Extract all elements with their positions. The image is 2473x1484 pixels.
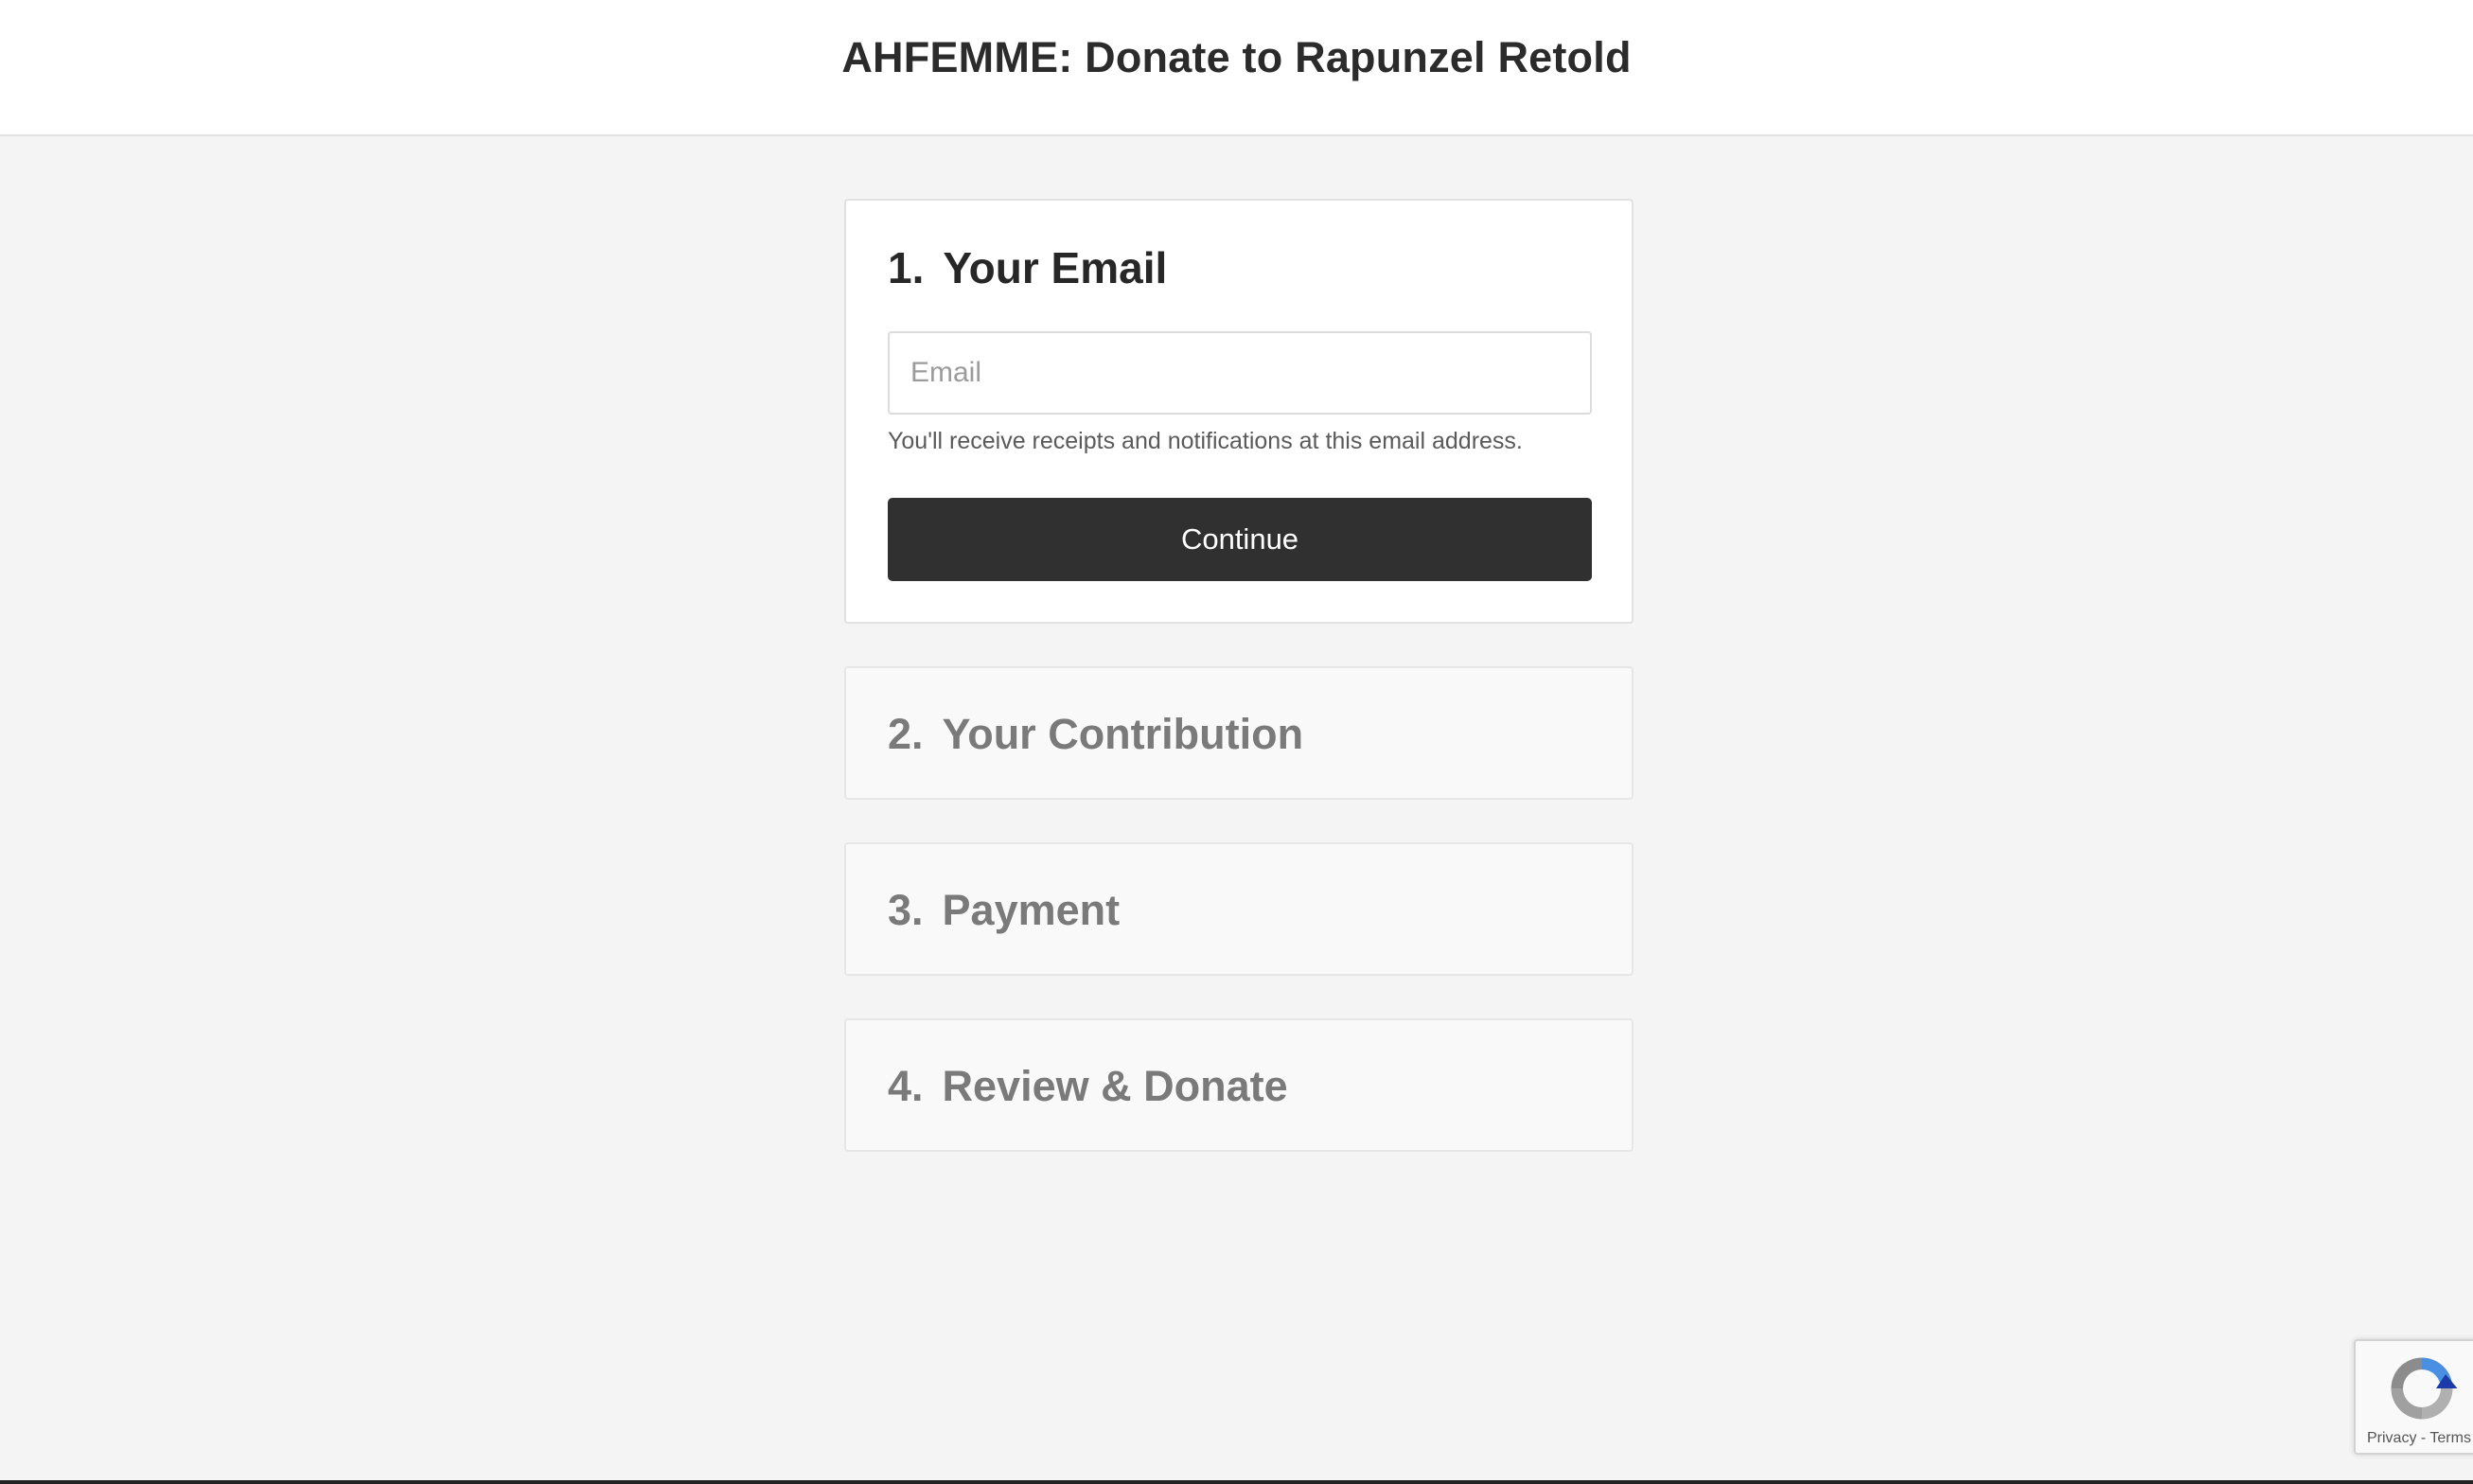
step-number: 2. bbox=[888, 710, 924, 758]
step-payment-card[interactable]: 3. Payment bbox=[844, 842, 1634, 976]
terms-link[interactable]: Terms bbox=[2429, 1430, 2471, 1446]
email-help-text: You'll receive receipts and notification… bbox=[888, 428, 1523, 454]
recaptcha-links: Privacy - Terms bbox=[2367, 1430, 2471, 1447]
continue-button[interactable]: Continue bbox=[888, 498, 1592, 581]
step-email-title: 1. Your Email bbox=[888, 242, 1167, 293]
step-number: 1. bbox=[888, 243, 925, 292]
separator: - bbox=[2416, 1430, 2430, 1446]
step-label: Review & Donate bbox=[942, 1062, 1288, 1110]
page-header: AHFEMME: Donate to Rapunzel Retold bbox=[0, 0, 2473, 136]
step-label: Your Contribution bbox=[942, 710, 1304, 758]
step-review-card[interactable]: 4. Review & Donate bbox=[844, 1018, 1634, 1152]
page-title: AHFEMME: Donate to Rapunzel Retold bbox=[841, 33, 1632, 81]
step-email-card: 1. Your Email You'll receive receipts and… bbox=[844, 199, 1634, 624]
step-review-title: 4. Review & Donate bbox=[888, 1062, 1288, 1111]
step-label: Payment bbox=[942, 886, 1121, 934]
bottom-edge bbox=[0, 1480, 2473, 1484]
recaptcha-icon bbox=[2391, 1357, 2458, 1420]
step-number: 3. bbox=[888, 886, 924, 934]
step-contribution-card[interactable]: 2. Your Contribution bbox=[844, 666, 1634, 800]
privacy-link[interactable]: Privacy bbox=[2367, 1430, 2416, 1446]
step-contribution-title: 2. Your Contribution bbox=[888, 710, 1303, 759]
recaptcha-badge[interactable]: Privacy - Terms bbox=[2354, 1339, 2473, 1455]
step-number: 4. bbox=[888, 1062, 924, 1110]
email-input[interactable] bbox=[888, 331, 1592, 415]
step-label: Your Email bbox=[943, 243, 1168, 292]
step-payment-title: 3. Payment bbox=[888, 886, 1120, 935]
